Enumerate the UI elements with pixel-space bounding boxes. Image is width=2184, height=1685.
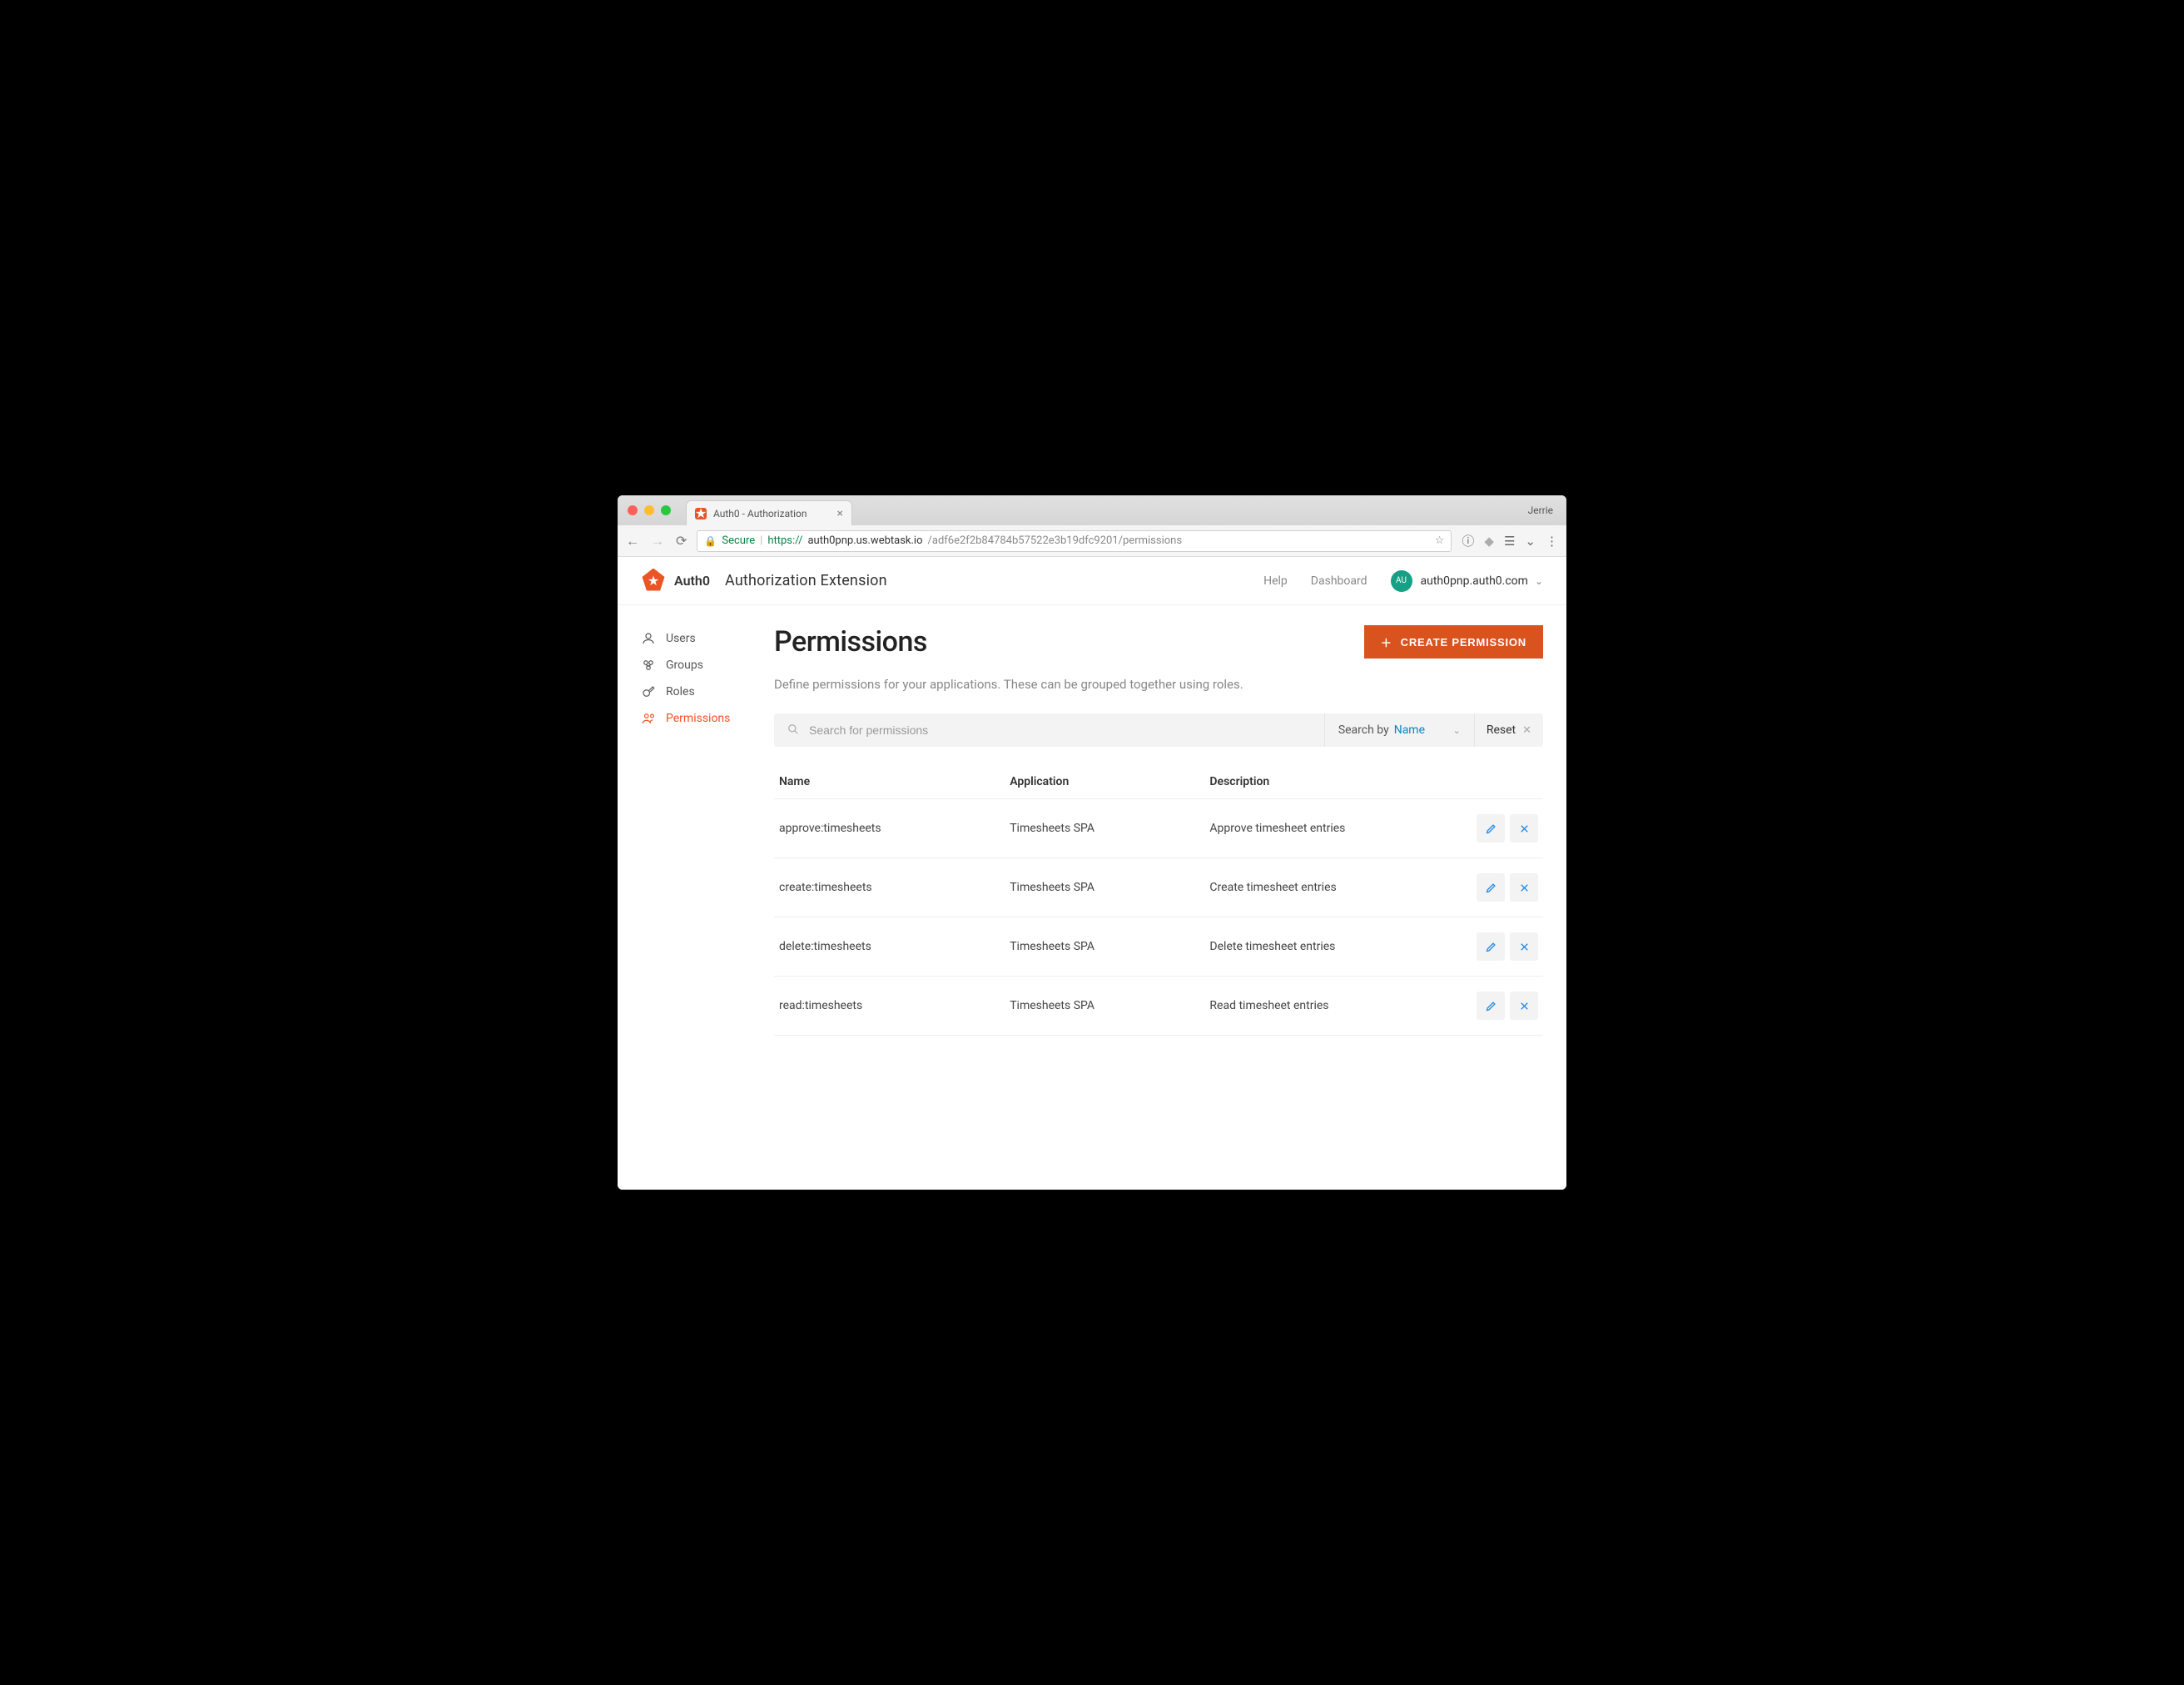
sidebar-item-label: Groups <box>666 659 703 672</box>
extension-icon[interactable]: ◆ <box>1484 534 1494 549</box>
auth0-logo: ★ <box>641 569 666 594</box>
browser-tab[interactable]: ★ Auth0 - Authorization × <box>686 500 852 525</box>
dashboard-link[interactable]: Dashboard <box>1311 574 1367 588</box>
minimize-window-button[interactable] <box>644 505 654 515</box>
col-application: Application <box>1005 765 1204 799</box>
help-link[interactable]: Help <box>1263 574 1288 588</box>
sidebar-item-label: Permissions <box>666 712 730 725</box>
permissions-table: Name Application Description approve:tim… <box>774 765 1543 1036</box>
table-row: delete:timesheetsTimesheets SPADelete ti… <box>774 917 1543 977</box>
delete-button[interactable] <box>1510 992 1538 1020</box>
tab-title: Auth0 - Authorization <box>713 508 807 519</box>
sidebar-item-label: Users <box>666 632 696 645</box>
lock-icon: 🔒 <box>704 535 717 547</box>
cell-name: delete:timesheets <box>774 917 1005 977</box>
page-title: Permissions <box>774 625 927 659</box>
edit-button[interactable] <box>1477 932 1505 961</box>
secure-label: Secure <box>722 534 755 547</box>
cell-name: approve:timesheets <box>774 799 1005 858</box>
reset-label: Reset <box>1487 723 1516 737</box>
main: Permissions ＋ CREATE PERMISSION Define p… <box>774 625 1543 1036</box>
app: ★ Auth0 Authorization Extension Help Das… <box>618 557 1566 1190</box>
reload-button[interactable]: ⟳ <box>676 533 687 549</box>
sidebar-item-roles[interactable]: Roles <box>641 678 774 705</box>
sidebar-item-groups[interactable]: Groups <box>641 652 774 678</box>
bookmark-star-icon[interactable]: ☆ <box>1435 534 1445 547</box>
delete-button[interactable] <box>1510 814 1538 842</box>
browser-window: ★ Auth0 - Authorization × Jerrie ← → ⟳ 🔒… <box>618 495 1566 1190</box>
edit-button[interactable] <box>1477 873 1505 902</box>
tenant-avatar[interactable]: AU <box>1391 570 1412 592</box>
delete-button[interactable] <box>1510 873 1538 902</box>
page-subtitle: Define permissions for your applications… <box>774 677 1543 692</box>
table-row: read:timesheetsTimesheets SPARead timesh… <box>774 977 1543 1036</box>
plus-icon: ＋ <box>1381 634 1392 650</box>
edit-button[interactable] <box>1477 992 1505 1020</box>
cell-description: Delete timesheet entries <box>1204 917 1460 977</box>
search-input[interactable] <box>809 723 1311 737</box>
cell-description: Read timesheet entries <box>1204 977 1460 1036</box>
auth0-favicon: ★ <box>695 508 707 519</box>
roles-icon <box>641 684 656 699</box>
back-button[interactable]: ← <box>626 533 639 549</box>
cell-name: create:timesheets <box>774 858 1005 917</box>
create-permission-button[interactable]: ＋ CREATE PERMISSION <box>1364 625 1543 659</box>
edit-button[interactable] <box>1477 814 1505 842</box>
maximize-window-button[interactable] <box>661 505 671 515</box>
layers-icon[interactable]: ☰ <box>1504 534 1515 549</box>
col-name: Name <box>774 765 1005 799</box>
permissions-icon <box>641 711 656 726</box>
search-by-label: Search by <box>1338 723 1389 737</box>
groups-icon <box>641 658 656 673</box>
address-bar[interactable]: 🔒 Secure | https://auth0pnp.us.webtask.i… <box>697 530 1452 552</box>
search-by-dropdown[interactable]: Search by Name ⌄ <box>1324 713 1474 747</box>
window-controls <box>618 495 681 525</box>
url-scheme: https:// <box>767 534 802 547</box>
extension-icons: ⓘ ◆ ☰ ⌄ ⋮ <box>1462 532 1558 549</box>
url-path: /adf6e2f2b84784b57522e3b19dfc9201/permis… <box>928 534 1183 547</box>
chrome-profile[interactable]: Jerrie <box>1528 505 1566 516</box>
delete-button[interactable] <box>1510 932 1538 961</box>
info-icon[interactable]: ⓘ <box>1462 532 1474 549</box>
chevron-down-icon: ⌄ <box>1453 725 1461 736</box>
cell-application: Timesheets SPA <box>1005 858 1204 917</box>
url-host: auth0pnp.us.webtask.io <box>807 534 922 547</box>
cell-application: Timesheets SPA <box>1005 799 1204 858</box>
search-box <box>774 713 1324 747</box>
cell-description: Approve timesheet entries <box>1204 799 1460 858</box>
cell-application: Timesheets SPA <box>1005 977 1204 1036</box>
forward-button[interactable]: → <box>651 533 664 549</box>
col-description: Description <box>1204 765 1460 799</box>
close-icon: ✕ <box>1522 724 1531 737</box>
create-label: CREATE PERMISSION <box>1401 636 1526 649</box>
sidebar: Users Groups Roles <box>641 625 774 1036</box>
app-title: Authorization Extension <box>725 572 887 589</box>
cell-name: read:timesheets <box>774 977 1005 1036</box>
pocket-icon[interactable]: ⌄ <box>1525 534 1536 549</box>
browser-toolbar: ← → ⟳ 🔒 Secure | https://auth0pnp.us.web… <box>618 525 1566 557</box>
cell-application: Timesheets SPA <box>1005 917 1204 977</box>
app-header: ★ Auth0 Authorization Extension Help Das… <box>618 557 1566 605</box>
chevron-down-icon[interactable]: ⌄ <box>1535 575 1543 587</box>
search-by-value: Name <box>1394 723 1425 737</box>
user-icon <box>641 631 656 646</box>
cell-description: Create timesheet entries <box>1204 858 1460 917</box>
table-row: approve:timesheetsTimesheets SPAApprove … <box>774 799 1543 858</box>
close-window-button[interactable] <box>628 505 638 515</box>
sidebar-item-users[interactable]: Users <box>641 625 774 652</box>
sidebar-item-label: Roles <box>666 685 695 698</box>
browser-tabbar: ★ Auth0 - Authorization × Jerrie <box>618 495 1566 525</box>
tenant-name[interactable]: auth0pnp.auth0.com <box>1421 574 1528 588</box>
search-row: Search by Name ⌄ Reset ✕ <box>774 713 1543 747</box>
sidebar-item-permissions[interactable]: Permissions <box>641 705 774 732</box>
table-row: create:timesheetsTimesheets SPACreate ti… <box>774 858 1543 917</box>
chrome-menu-icon[interactable]: ⋮ <box>1546 534 1558 549</box>
search-icon <box>787 723 799 738</box>
brand-label: Auth0 <box>674 573 710 589</box>
close-tab-icon[interactable]: × <box>837 507 843 520</box>
reset-button[interactable]: Reset ✕ <box>1474 713 1543 747</box>
